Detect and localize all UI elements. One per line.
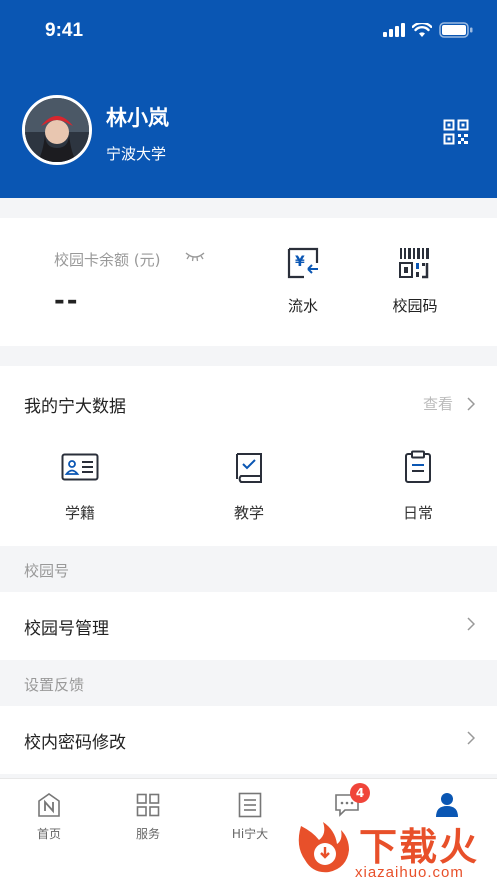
tab-home-label: 首页 [36,827,61,841]
balance-value: -- [54,286,80,316]
transaction-flow-label: 流水 [287,297,318,315]
watermark-logo: 下载火 xiazaihuo.com [289,814,497,883]
transaction-flow-button[interactable]: ¥ 流水 [268,245,338,316]
daily-label: 日常 [402,504,433,522]
student-status-item[interactable]: 学籍 [40,450,120,523]
avatar[interactable] [22,95,92,165]
user-school: 宁波大学 [106,145,167,163]
teaching-icon [236,453,262,483]
view-label: 查看 [422,395,453,413]
chevron-right-icon [467,731,475,745]
row-label: 校园号管理 [24,619,109,639]
campus-account-management-row[interactable]: 校园号管理 [0,592,497,660]
tab-hi-ningda[interactable]: Hi宁大 [215,791,285,842]
balance-label: 校园卡余额 (元) [54,251,161,269]
tab-home[interactable]: 首页 [14,791,84,842]
cellular-signal-icon [383,23,405,37]
daily-item[interactable]: 日常 [378,450,458,523]
status-time: 9:41 [45,20,84,41]
list-doc-icon [238,792,262,818]
watermark-text: 下载火 [359,827,480,869]
grid-icon [136,793,160,817]
campus-code-button[interactable]: 校园码 [380,245,450,316]
campus-barcode-icon [399,248,429,279]
user-name: 林小岚 [106,106,169,130]
chevron-right-icon [467,396,475,411]
unread-badge: 4 [350,783,370,803]
wifi-icon [412,22,432,37]
transaction-flow-icon: ¥ [287,247,319,279]
home-n-icon [38,793,60,817]
tab-services-label: 服务 [135,827,160,841]
row-label: 校内密码修改 [24,733,126,753]
campus-card-panel: 校园卡余额 (元) -- ¥ 流水 校园码 [0,218,497,346]
daily-clipboard-icon [405,450,431,483]
eye-closed-icon[interactable] [185,251,205,263]
chevron-right-icon [467,617,475,631]
svg-text:¥: ¥ [295,254,305,270]
password-change-row[interactable]: 校内密码修改 [0,706,497,774]
battery-icon [439,22,473,38]
view-data-link[interactable]: 查看 [423,393,475,414]
teaching-item[interactable]: 教学 [209,450,289,523]
status-bar: 9:41 [0,0,497,62]
avatar-photo [25,98,89,162]
watermark-url: xiazaihuo.com [355,864,464,881]
tab-hi-ningda-label: Hi宁大 [231,827,269,841]
my-data-title: 我的宁大数据 [24,397,126,417]
group-label-campus-account: 校园号 [24,562,70,580]
campus-code-label: 校园码 [392,297,438,315]
flame-logo-icon [298,822,349,873]
qr-code-icon[interactable] [443,119,469,145]
student-id-icon [61,453,99,481]
teaching-label: 教学 [233,504,264,522]
profile-header: 9:41 林小岚 宁波大学 [0,0,497,198]
student-status-label: 学籍 [64,504,95,522]
my-data-panel: 我的宁大数据 查看 学籍 教学 日常 [0,366,497,546]
group-label-settings: 设置反馈 [24,676,85,694]
status-icons [383,22,473,38]
tab-services[interactable]: 服务 [113,791,183,842]
